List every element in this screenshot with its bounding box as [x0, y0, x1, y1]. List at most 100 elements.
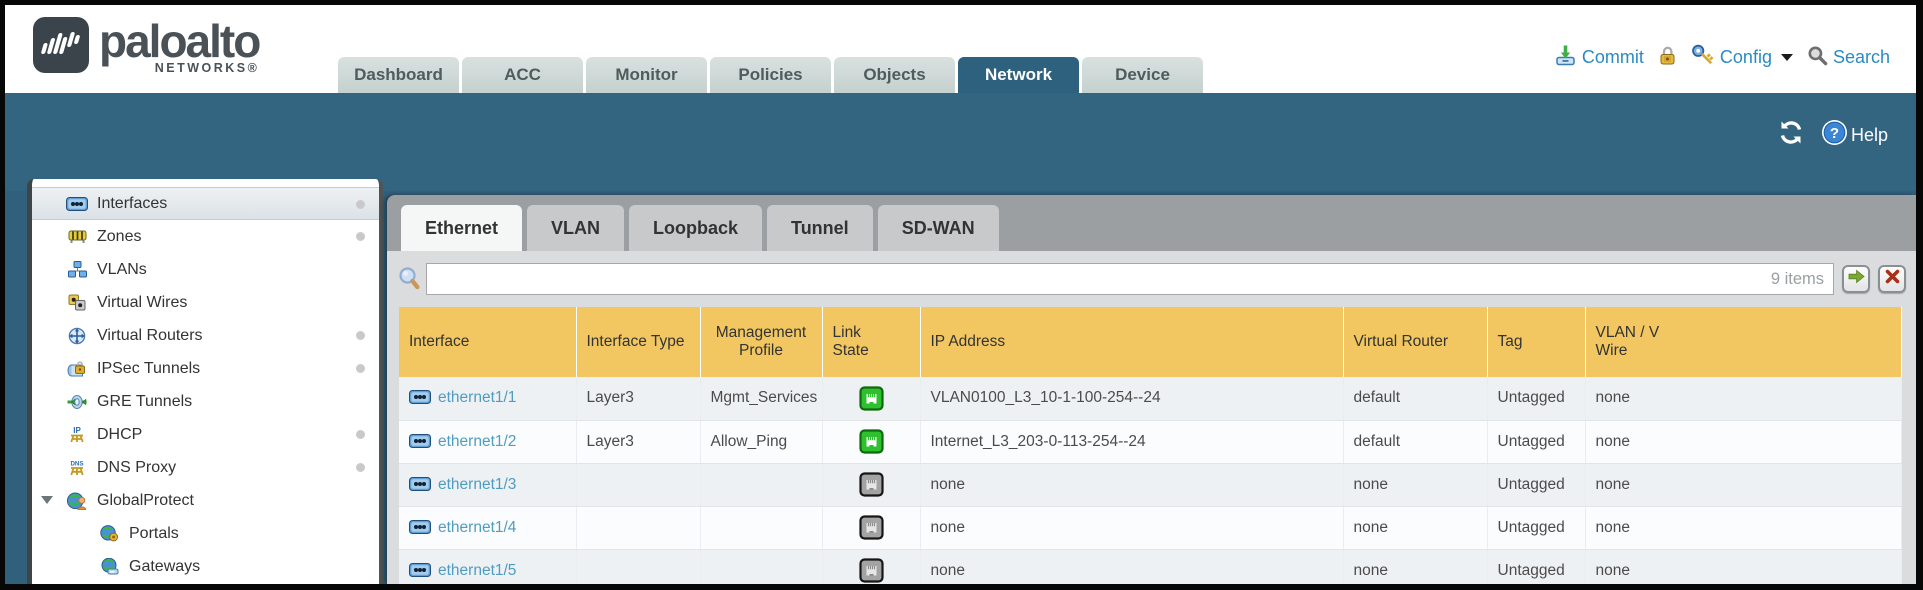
tab-acc[interactable]: ACC: [462, 57, 583, 93]
brand-sub: NETWORKS®: [155, 61, 260, 75]
virtual-wires-icon: [64, 294, 90, 311]
tag-cell: Untagged: [1487, 506, 1585, 549]
interface-link[interactable]: ethernet1/3: [438, 476, 516, 493]
link-up-icon: [859, 386, 884, 411]
zones-icon: [64, 229, 90, 245]
refresh-icon[interactable]: [1777, 120, 1805, 150]
main-nav-tabs: Dashboard ACC Monitor Policies Objects N…: [338, 57, 1206, 93]
sidebar-item-ipsec-tunnels[interactable]: IPSec Tunnels: [32, 352, 379, 385]
column-label: Virtual Router: [1354, 333, 1477, 351]
tag-cell: Untagged: [1487, 420, 1585, 463]
top-header: paloalto NETWORKS® Dashboard ACC Monitor…: [5, 5, 1916, 93]
column-label: Link: [833, 324, 910, 342]
column-header-virtual-router[interactable]: Virtual Router: [1343, 307, 1487, 377]
apply-filter-button[interactable]: [1842, 265, 1870, 293]
sidebar: Interfaces Zones VLANs Virtual Wires: [27, 179, 383, 584]
interface-type-cell: Layer3: [576, 420, 700, 463]
tab-network[interactable]: Network: [958, 57, 1079, 93]
sidebar-item-globalprotect[interactable]: GlobalProtect: [32, 484, 379, 517]
search-button[interactable]: Search: [1807, 45, 1890, 71]
filter-search-icon: [397, 266, 422, 293]
column-header-interface-type[interactable]: Interface Type: [576, 307, 700, 377]
tab-objects[interactable]: Objects: [834, 57, 955, 93]
ip-address-cell: VLAN0100_L3_10-1-100-254--24: [920, 377, 1343, 420]
sidebar-item-dns-proxy[interactable]: DNS DNS Proxy: [32, 451, 379, 484]
tab-label: Network: [985, 65, 1052, 85]
column-header-tag[interactable]: Tag: [1487, 307, 1585, 377]
column-label: Interface: [409, 333, 566, 351]
status-dot: [356, 200, 365, 209]
interfaces-table: Interface Interface Type: [399, 307, 1902, 584]
subtab-vlan[interactable]: VLAN: [527, 205, 624, 251]
column-label: VLAN / V: [1596, 324, 1892, 342]
paloalto-logo-icon: [33, 17, 89, 73]
config-menu-button[interactable]: Config: [1691, 44, 1793, 71]
tag-cell: Untagged: [1487, 549, 1585, 584]
sidebar-item-virtual-wires[interactable]: Virtual Wires: [32, 286, 379, 319]
virtual-router-cell: default: [1343, 420, 1487, 463]
column-header-management[interactable]: Management Profile: [700, 307, 822, 377]
chevron-down-icon: [1781, 54, 1793, 61]
gateways-icon: [96, 558, 122, 575]
sidebar-item-dhcp[interactable]: IP DHCP: [32, 418, 379, 451]
expand-arrow-icon[interactable]: [41, 496, 53, 504]
lock-icon[interactable]: [1658, 45, 1677, 71]
column-header-ip-address[interactable]: IP Address: [920, 307, 1343, 377]
virtual-router-cell: default: [1343, 377, 1487, 420]
link-up-icon: [859, 429, 884, 454]
sidebar-item-label: GRE Tunnels: [97, 393, 192, 411]
management-profile-cell: Allow_Ping: [700, 420, 822, 463]
subtab-ethernet[interactable]: Ethernet: [401, 205, 522, 251]
config-icon: [1691, 44, 1715, 71]
management-profile-cell: [700, 549, 822, 584]
portals-icon: [96, 525, 122, 542]
tab-policies[interactable]: Policies: [710, 57, 831, 93]
status-dot: [356, 430, 365, 439]
tab-label: Policies: [738, 65, 802, 85]
sidebar-item-label: IPSec Tunnels: [97, 360, 200, 378]
vlan-wire-cell: none: [1585, 463, 1902, 506]
column-header-vlan-v[interactable]: VLAN / V Wire: [1585, 307, 1902, 377]
ethernet-port-icon: [409, 520, 431, 534]
interface-link[interactable]: ethernet1/1: [438, 389, 516, 406]
filter-input[interactable]: [427, 264, 1833, 294]
green-arrow-icon: [1848, 269, 1865, 289]
clear-filter-button[interactable]: [1878, 265, 1906, 293]
sidebar-item-label: DHCP: [97, 426, 142, 444]
link-state-cell: [822, 420, 920, 463]
sidebar-item-portals[interactable]: Portals: [32, 517, 379, 550]
app-window: paloalto NETWORKS® Dashboard ACC Monitor…: [0, 0, 1923, 590]
virtual-router-cell: none: [1343, 506, 1487, 549]
ip-address-cell: none: [920, 463, 1343, 506]
interface-link[interactable]: ethernet1/2: [438, 433, 516, 450]
tab-label: Monitor: [615, 65, 677, 85]
link-state-cell: [822, 549, 920, 584]
tab-device[interactable]: Device: [1082, 57, 1203, 93]
tab-dashboard[interactable]: Dashboard: [338, 57, 459, 93]
sidebar-item[interactable]: [32, 583, 379, 584]
brand-name: paloalto: [99, 17, 259, 65]
subtab-tunnel[interactable]: Tunnel: [767, 205, 873, 251]
column-label: IP Address: [931, 333, 1333, 351]
paloalto-logo: paloalto NETWORKS®: [33, 17, 259, 75]
interface-link[interactable]: ethernet1/4: [438, 519, 516, 536]
subtab-loopback[interactable]: Loopback: [629, 205, 762, 251]
sidebar-item-gre-tunnels[interactable]: GRE Tunnels: [32, 385, 379, 418]
sidebar-item-virtual-routers[interactable]: Virtual Routers: [32, 319, 379, 352]
interface-link[interactable]: ethernet1/5: [438, 562, 516, 579]
subtab-label: Loopback: [653, 218, 738, 239]
sidebar-item-zones[interactable]: Zones: [32, 220, 379, 253]
column-header-link[interactable]: Link State: [822, 307, 920, 377]
interface-type-cell: [576, 506, 700, 549]
commit-icon: [1554, 45, 1577, 71]
tab-monitor[interactable]: Monitor: [586, 57, 707, 93]
sidebar-item-vlans[interactable]: VLANs: [32, 253, 379, 286]
link-down-icon: [859, 558, 884, 583]
column-header-interface[interactable]: Interface: [399, 307, 576, 377]
ip-address-cell: none: [920, 506, 1343, 549]
commit-button[interactable]: Commit: [1554, 45, 1644, 71]
subtab-sd-wan[interactable]: SD-WAN: [878, 205, 999, 251]
sidebar-item-gateways[interactable]: Gateways: [32, 550, 379, 583]
help-button[interactable]: ? Help: [1821, 119, 1888, 151]
sidebar-item-interfaces[interactable]: Interfaces: [32, 187, 379, 220]
